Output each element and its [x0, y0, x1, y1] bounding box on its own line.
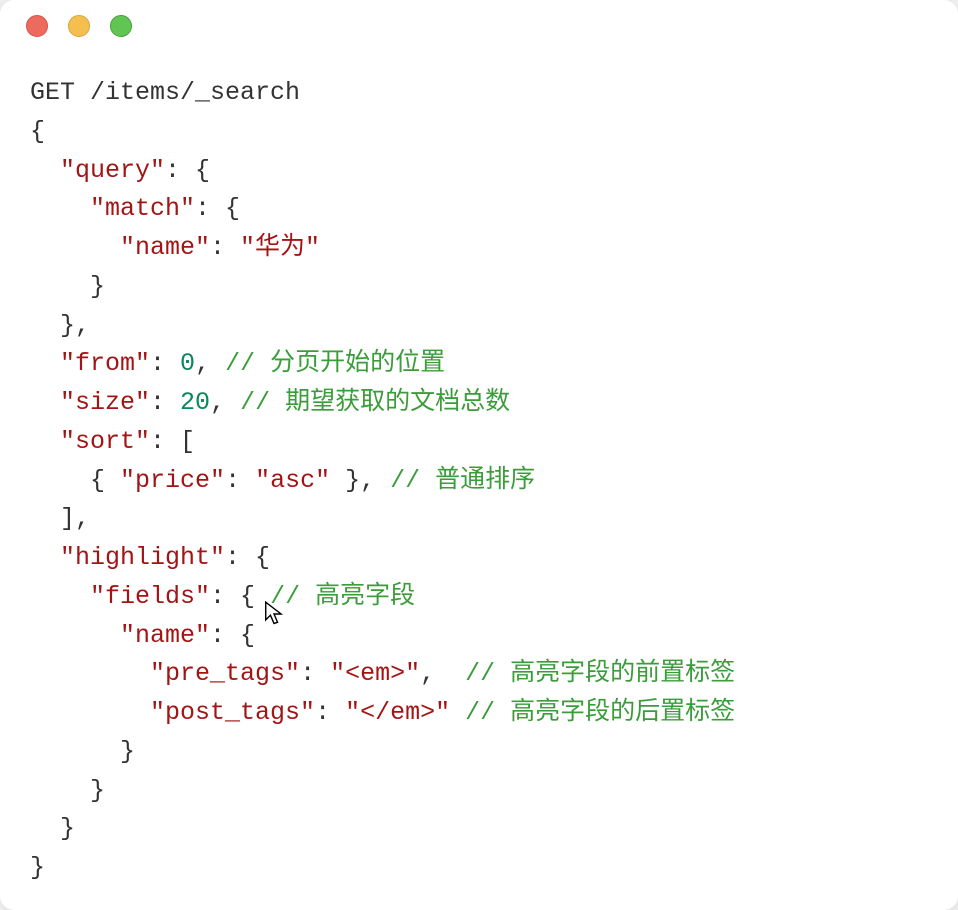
key-from: "from"	[60, 349, 150, 378]
brace-close: }	[30, 853, 45, 882]
key-sort: "sort"	[60, 427, 150, 456]
comment-sort: // 普通排序	[390, 466, 535, 495]
comment-fields: // 高亮字段	[270, 582, 415, 611]
value-name: "华为"	[240, 233, 320, 262]
comment-post-tags: // 高亮字段的后置标签	[465, 698, 735, 727]
comment-pre-tags: // 高亮字段的前置标签	[465, 659, 735, 688]
request-line: GET /items/_search	[30, 78, 300, 107]
comment-size: // 期望获取的文档总数	[240, 388, 510, 417]
value-asc: "asc"	[255, 466, 330, 495]
comment-from: // 分页开始的位置	[225, 349, 445, 378]
key-highlight: "highlight"	[60, 543, 225, 572]
key-query: "query"	[60, 156, 165, 185]
close-icon[interactable]	[26, 15, 48, 37]
value-from: 0	[180, 349, 195, 378]
value-size: 20	[180, 388, 210, 417]
key-size: "size"	[60, 388, 150, 417]
code-content: GET /items/_search { "query": { "match":…	[0, 52, 958, 910]
key-pre-tags: "pre_tags"	[150, 659, 300, 688]
value-em-open: "<em>"	[330, 659, 420, 688]
code-window: GET /items/_search { "query": { "match":…	[0, 0, 958, 910]
key-fields: "fields"	[90, 582, 210, 611]
key-price: "price"	[120, 466, 225, 495]
maximize-icon[interactable]	[110, 15, 132, 37]
key-post-tags: "post_tags"	[150, 698, 315, 727]
key-name: "name"	[120, 233, 210, 262]
minimize-icon[interactable]	[68, 15, 90, 37]
brace-open: {	[30, 117, 45, 146]
key-name-2: "name"	[120, 621, 210, 650]
value-em-close: "</em>"	[345, 698, 450, 727]
key-match: "match"	[90, 194, 195, 223]
window-titlebar	[0, 0, 958, 52]
